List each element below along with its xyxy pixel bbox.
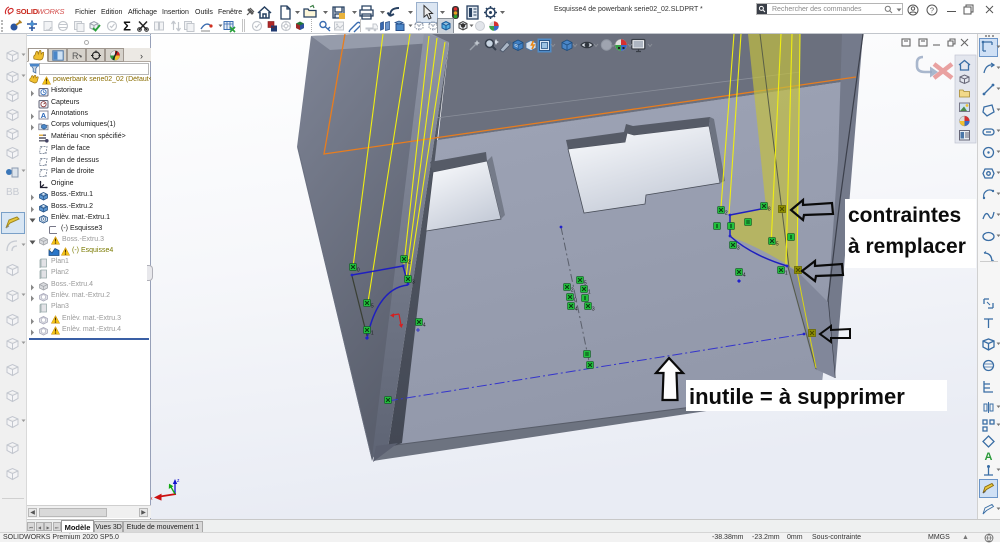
svg-text:3: 3 [412, 279, 415, 285]
svg-text:inutile = à supprimer: inutile = à supprimer [689, 384, 905, 409]
svg-text:1: 1 [371, 330, 374, 336]
svg-text:3: 3 [737, 245, 740, 251]
svg-text:5: 5 [371, 303, 374, 309]
svg-text:2: 2 [725, 210, 728, 216]
svg-text:?: ? [930, 6, 934, 15]
svg-text:4: 4 [575, 306, 578, 312]
svg-text:SOLID: SOLID [16, 7, 39, 16]
svg-text:4: 4 [423, 322, 426, 328]
svg-text:à remplacer: à remplacer [848, 235, 966, 258]
svg-text:A: A [41, 111, 47, 120]
svg-text:Σ: Σ [123, 19, 131, 33]
svg-text:0: 0 [357, 267, 360, 273]
svg-text:A: A [985, 451, 993, 463]
svg-text:1: 1 [785, 270, 788, 276]
svg-text:3: 3 [592, 306, 595, 312]
svg-text:BB: BB [6, 187, 20, 198]
svg-text:2: 2 [408, 259, 411, 265]
svg-text:4: 4 [743, 272, 746, 278]
svg-text:contraintes: contraintes [848, 204, 961, 227]
svg-text:R: R [72, 51, 79, 61]
svg-text:WORKS: WORKS [37, 7, 65, 16]
svg-text:8: 8 [768, 206, 771, 212]
svg-text:2: 2 [571, 287, 574, 293]
svg-text:5: 5 [776, 241, 779, 247]
